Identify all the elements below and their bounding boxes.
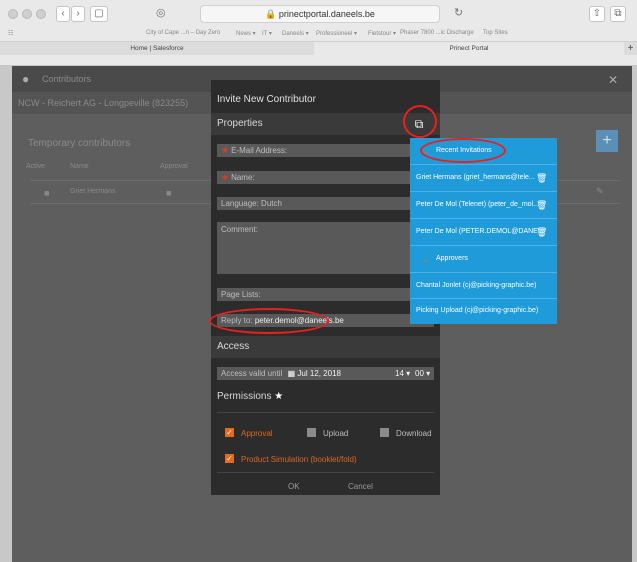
- required-star-icon: ★: [274, 391, 284, 402]
- required-star-icon: ★: [221, 172, 230, 182]
- address-bar-url: prinectportal.daneels.be: [278, 9, 375, 19]
- divider: [217, 472, 434, 473]
- product-simulation-checkbox[interactable]: ✓: [225, 454, 234, 463]
- required-star-icon: ★: [221, 145, 230, 155]
- favorite-link[interactable]: Professioneel ▾: [316, 30, 357, 37]
- chevron-down-icon: ⌄: [422, 254, 430, 264]
- annotation-oval-recent: [420, 138, 506, 163]
- language-select[interactable]: Language: Dutch: [217, 197, 434, 210]
- annotation-oval-reply-to: [209, 308, 329, 334]
- new-tab-button[interactable]: +: [624, 42, 637, 56]
- column-header-name: Name: [70, 163, 89, 170]
- permissions-section-header: Permissions ★: [211, 386, 440, 408]
- privacy-report-icon[interactable]: ◎: [156, 6, 166, 19]
- calendar-icon[interactable]: ▦: [288, 369, 296, 378]
- access-section-header: Access: [211, 336, 440, 358]
- access-date: Jul 12, 2018: [297, 369, 341, 378]
- close-window-button[interactable]: [8, 9, 18, 19]
- row-approval-checkbox[interactable]: ■: [166, 188, 171, 198]
- cancel-button[interactable]: Cancel: [348, 482, 373, 491]
- properties-label: Properties: [217, 118, 263, 129]
- favorite-link[interactable]: Top Sites: [483, 30, 508, 36]
- section-title: Temporary contributors: [28, 138, 131, 149]
- approver-item[interactable]: Chantal Jonlet (cj@picking-graphic.be): [410, 273, 557, 299]
- row-checkbox[interactable]: ■: [44, 188, 49, 198]
- recent-invitation-item[interactable]: Peter De Mol (PETER.DEMOL@DANE... 🗑: [410, 219, 557, 245]
- approval-checkbox[interactable]: ✓: [225, 428, 234, 437]
- minute-select[interactable]: 00 ▾: [415, 367, 430, 380]
- favorite-link[interactable]: City of Cape ...n – Day Zero: [146, 30, 220, 36]
- app-subheader-title: NCW - Reichert AG - Longpeville (823255): [18, 98, 189, 108]
- favorite-link[interactable]: Daneels ▾: [282, 30, 309, 37]
- dialog-title: Invite New Contributor: [217, 94, 316, 105]
- favorite-link[interactable]: Phaser 7800 ...ic Discharge: [400, 30, 474, 36]
- page-lists-field[interactable]: Page Lists:: [217, 288, 434, 301]
- upload-label: Upload: [323, 429, 349, 438]
- recent-invitation-item[interactable]: Peter De Mol (Telenet) (peter_de_mol... …: [410, 192, 557, 218]
- column-header-active: Active: [26, 163, 46, 170]
- close-icon[interactable]: ✕: [608, 73, 618, 87]
- upload-checkbox[interactable]: ✓: [307, 428, 316, 437]
- browser-chrome: ‹ › ▢ ◎ 🔒 prinectportal.daneels.be ↻ ⇧ ⧉…: [0, 0, 637, 66]
- page-lists-placeholder: Page Lists:: [221, 290, 261, 299]
- name-placeholder: Name:: [231, 173, 255, 182]
- back-button[interactable]: ‹: [56, 6, 70, 22]
- forward-button[interactable]: ›: [71, 6, 85, 22]
- hour-select[interactable]: 14 ▾: [395, 367, 410, 380]
- trash-icon[interactable]: 🗑: [536, 165, 547, 191]
- language-value: Language: Dutch: [221, 199, 282, 208]
- lock-icon: 🔒: [265, 9, 277, 19]
- tab-prinect-portal[interactable]: Prinect Portal: [314, 42, 624, 56]
- contributors-icon: ●: [22, 72, 30, 86]
- favorites-grid-icon[interactable]: ☷: [8, 30, 13, 37]
- tab-bar: Home | Salesforce Prinect Portal +: [0, 41, 637, 56]
- download-label: Download: [396, 429, 432, 438]
- download-checkbox[interactable]: ✓: [380, 428, 389, 437]
- trash-icon[interactable]: 🗑: [536, 219, 547, 245]
- recent-invitations-menu: ⌄ Recent Invitations Griet Hermans (grie…: [410, 138, 557, 324]
- row-name: Griet Hermans: [70, 188, 116, 195]
- annotation-oval-icon: [403, 105, 437, 138]
- email-placeholder: E-Mail Address:: [231, 146, 288, 155]
- invite-contributor-dialog: Invite New Contributor Properties ⧉ ★ E-M…: [211, 80, 440, 495]
- zoom-window-button[interactable]: [36, 9, 46, 19]
- comment-placeholder: Comment:: [221, 225, 258, 234]
- address-bar[interactable]: 🔒 prinectportal.daneels.be: [200, 5, 440, 23]
- comment-field[interactable]: Comment:: [217, 222, 434, 274]
- favorite-link[interactable]: Fietstour ▾: [368, 30, 396, 37]
- sidebar-toggle-icon[interactable]: ▢: [90, 6, 108, 22]
- trash-icon[interactable]: 🗑: [536, 192, 547, 218]
- edit-icon[interactable]: ✎: [596, 186, 604, 197]
- favorite-link[interactable]: IT ▾: [262, 30, 272, 37]
- share-icon[interactable]: ⇧: [589, 6, 605, 22]
- add-contributor-button[interactable]: +: [596, 130, 618, 152]
- minimize-window-button[interactable]: [22, 9, 32, 19]
- access-label: Access: [217, 341, 250, 352]
- tab-salesforce[interactable]: Home | Salesforce: [0, 42, 314, 56]
- divider: [217, 412, 434, 413]
- favorites-bar: ☷ City of Cape ...n – Day Zero News ▾ IT…: [0, 28, 637, 40]
- approver-item[interactable]: Picking Upload (cj@picking-graphic.be): [410, 298, 557, 324]
- favorite-link[interactable]: News ▾: [236, 30, 256, 37]
- name-field[interactable]: ★ Name:: [217, 171, 434, 184]
- permissions-label: Permissions ★: [217, 391, 284, 402]
- recent-invitation-item[interactable]: Griet Hermans (griet_hermans@tele... 🗑: [410, 165, 557, 191]
- approval-label: Approval: [241, 429, 273, 438]
- access-valid-label: Access valid until: [221, 369, 283, 378]
- app-header-title: Contributors: [42, 74, 92, 84]
- product-simulation-label: Product Simulation (booklet/fold): [241, 455, 357, 464]
- email-field[interactable]: ★ E-Mail Address:: [217, 144, 434, 157]
- tabs-overview-icon[interactable]: ⧉: [610, 6, 626, 22]
- approvers-header[interactable]: ⌄ Approvers: [410, 246, 557, 272]
- column-header-approval: Approval: [160, 163, 188, 170]
- reload-icon[interactable]: ↻: [454, 6, 463, 19]
- access-valid-until-field[interactable]: Access valid until ▦ Jul 12, 2018 14 ▾ 0…: [217, 367, 434, 380]
- ok-button[interactable]: OK: [288, 482, 300, 491]
